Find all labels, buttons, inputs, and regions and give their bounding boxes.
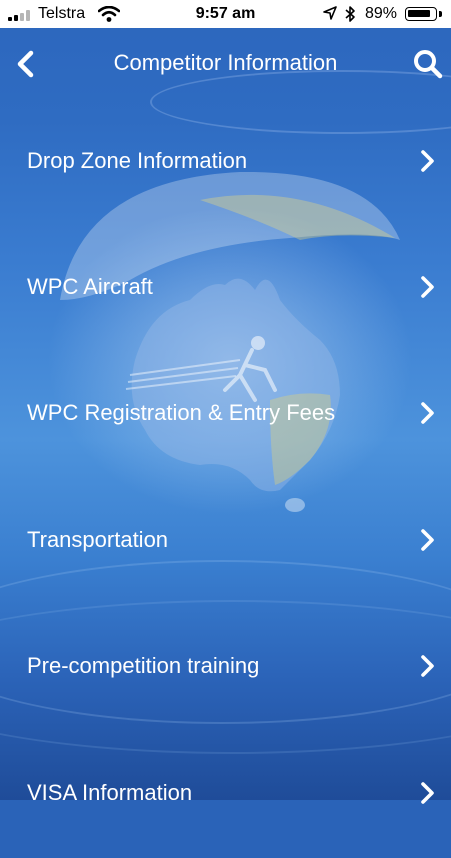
navigation-bar: Competitor Information	[0, 28, 451, 100]
battery-icon	[405, 7, 437, 21]
menu-item-transportation[interactable]: Transportation	[0, 479, 451, 605]
page-title: Competitor Information	[113, 50, 338, 75]
menu-item-label: VISA Information	[27, 780, 193, 805]
location-arrow-icon	[323, 6, 337, 20]
chevron-right-icon	[421, 655, 434, 677]
chevron-right-icon	[421, 529, 434, 551]
menu-item-pre-competition-training[interactable]: Pre-competition training	[0, 605, 451, 731]
battery-tip	[439, 11, 442, 17]
search-icon[interactable]	[412, 48, 444, 80]
battery-level	[408, 10, 430, 17]
bluetooth-icon	[345, 6, 355, 22]
chevron-right-icon	[421, 276, 434, 298]
menu-item-label: Transportation	[27, 527, 169, 552]
chevron-right-icon	[421, 402, 434, 424]
chevron-right-icon	[421, 150, 434, 172]
menu-item-visa-information[interactable]: VISA Information	[0, 732, 451, 858]
menu-item-wpc-aircraft[interactable]: WPC Aircraft	[0, 226, 451, 352]
menu-item-label: WPC Registration & Entry Fees	[27, 400, 336, 425]
battery-percent: 89%	[365, 5, 398, 22]
menu-item-drop-zone-information[interactable]: Drop Zone Information	[0, 100, 451, 226]
status-bar: Telstra 9:57 am 89%	[0, 0, 451, 28]
menu-item-label: WPC Aircraft	[27, 274, 153, 299]
chevron-right-icon	[421, 782, 434, 804]
menu-item-label: Pre-competition training	[27, 653, 260, 678]
menu-item-wpc-registration-entry-fees[interactable]: WPC Registration & Entry Fees	[0, 352, 451, 478]
menu-item-label: Drop Zone Information	[27, 148, 248, 173]
